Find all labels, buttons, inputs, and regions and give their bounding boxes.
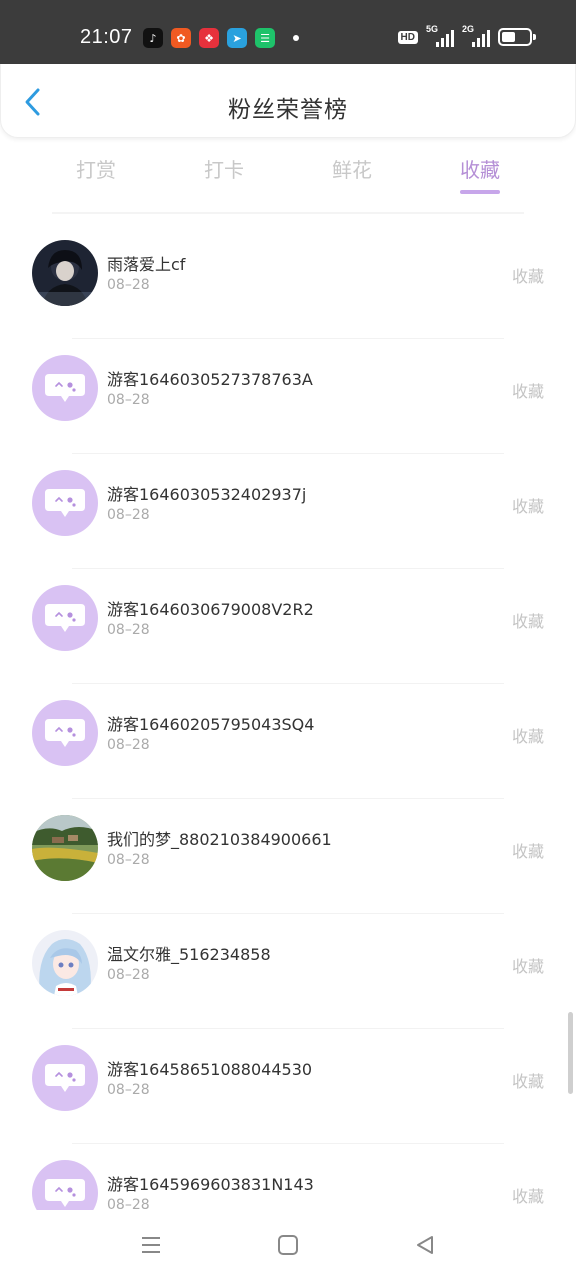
signal-5g-icon: 5G xyxy=(426,24,454,47)
signal-2g-icon: 2G xyxy=(462,24,490,47)
status-indicators: HD 5G 2G xyxy=(397,24,536,47)
orange-app-icon: ✿ xyxy=(171,28,191,48)
system-nav-bar xyxy=(0,1210,576,1280)
status-bar: 21:07 ♪ ✿ ❖ ➤ ☰ HD 5G 2G xyxy=(0,0,576,64)
tab-flowers[interactable]: 鲜花 xyxy=(288,150,416,200)
default-avatar-icon xyxy=(32,1045,98,1111)
fan-name: 雨落爱上cf xyxy=(107,255,186,274)
default-avatar-icon xyxy=(32,1160,98,1210)
list-item[interactable]: 游客1645969603831N143 08–28 收藏 xyxy=(0,1135,576,1210)
notification-icons: ♪ ✿ ❖ ➤ ☰ xyxy=(143,28,275,48)
fan-tag: 收藏 xyxy=(511,957,544,976)
list-item[interactable]: 游客1646030527378763A 08–28 收藏 xyxy=(0,330,576,454)
fan-tag: 收藏 xyxy=(511,267,544,286)
fan-date: 08–28 xyxy=(107,852,150,868)
scrollbar[interactable] xyxy=(568,1012,573,1094)
battery-icon xyxy=(498,28,536,46)
tiktok-icon: ♪ xyxy=(143,28,163,48)
fan-date: 08–28 xyxy=(107,507,150,523)
avatar xyxy=(32,930,98,996)
header-bar: 粉丝荣誉榜 xyxy=(0,64,576,138)
telegram-icon: ➤ xyxy=(227,28,247,48)
fan-name: 游客16460205795043SQ4 xyxy=(107,715,315,734)
green-app-icon: ☰ xyxy=(255,28,275,48)
status-time: 21:07 xyxy=(80,26,133,48)
fan-name: 游客1646030527378763A xyxy=(107,370,313,389)
fan-date: 08–28 xyxy=(107,392,150,408)
fan-tag: 收藏 xyxy=(511,1072,544,1091)
fan-name: 温文尔雅_516234858 xyxy=(107,945,271,964)
fan-date: 08–28 xyxy=(107,622,150,638)
list-item[interactable]: 游客1646030532402937j 08–28 收藏 xyxy=(0,445,576,569)
list-item[interactable]: 游客16458651088044530 08–28 收藏 xyxy=(0,1020,576,1144)
fan-name: 游客1646030679008V2R2 xyxy=(107,600,314,619)
tab-checkin[interactable]: 打卡 xyxy=(160,150,288,200)
tab-reward[interactable]: 打赏 xyxy=(32,150,160,200)
menu-button[interactable] xyxy=(136,1230,166,1260)
list-item[interactable]: 游客1646030679008V2R2 08–28 收藏 xyxy=(0,560,576,684)
list-item[interactable]: 雨落爱上cf 08–28 收藏 xyxy=(0,215,576,339)
fan-tag: 收藏 xyxy=(511,612,544,631)
fan-date: 08–28 xyxy=(107,277,150,293)
fan-name: 游客1645969603831N143 xyxy=(107,1175,314,1194)
fan-tag: 收藏 xyxy=(511,382,544,401)
tab-bar: 打赏 打卡 鲜花 收藏 xyxy=(32,150,544,200)
fan-name: 游客1646030532402937j xyxy=(107,485,307,504)
avatar xyxy=(32,240,98,306)
home-square-icon xyxy=(278,1235,298,1255)
page-title: 粉丝荣誉榜 xyxy=(228,97,348,123)
default-avatar-icon xyxy=(32,470,98,536)
hd-badge: HD xyxy=(397,30,418,44)
fan-name: 我们的梦_880210384900661 xyxy=(107,830,332,849)
default-avatar-icon xyxy=(32,585,98,651)
list-item[interactable]: 温文尔雅_516234858 08–28 收藏 xyxy=(0,905,576,1029)
avatar xyxy=(32,815,98,881)
fan-list: 雨落爱上cf 08–28 收藏 游客1646030527378763A 08–2… xyxy=(0,215,576,1210)
home-button[interactable] xyxy=(273,1230,303,1260)
fan-tag: 收藏 xyxy=(511,1187,544,1206)
menu-icon xyxy=(142,1237,160,1253)
fan-tag: 收藏 xyxy=(511,727,544,746)
tab-divider xyxy=(52,212,524,214)
fan-tag: 收藏 xyxy=(511,497,544,516)
fan-date: 08–28 xyxy=(107,737,150,753)
default-avatar-icon xyxy=(32,700,98,766)
fan-date: 08–28 xyxy=(107,1082,150,1098)
fan-date: 08–28 xyxy=(107,967,150,983)
default-avatar-icon xyxy=(32,355,98,421)
notification-dot-icon xyxy=(293,35,299,41)
back-triangle-icon xyxy=(417,1236,433,1254)
tab-favorites[interactable]: 收藏 xyxy=(416,150,544,200)
list-item[interactable]: 游客16460205795043SQ4 08–28 收藏 xyxy=(0,675,576,799)
red-app-icon: ❖ xyxy=(199,28,219,48)
fan-date: 08–28 xyxy=(107,1197,150,1210)
back-nav-button[interactable] xyxy=(410,1230,440,1260)
fan-tag: 收藏 xyxy=(511,842,544,861)
fan-name: 游客16458651088044530 xyxy=(107,1060,313,1079)
list-item[interactable]: 我们的梦_880210384900661 08–28 收藏 xyxy=(0,790,576,914)
